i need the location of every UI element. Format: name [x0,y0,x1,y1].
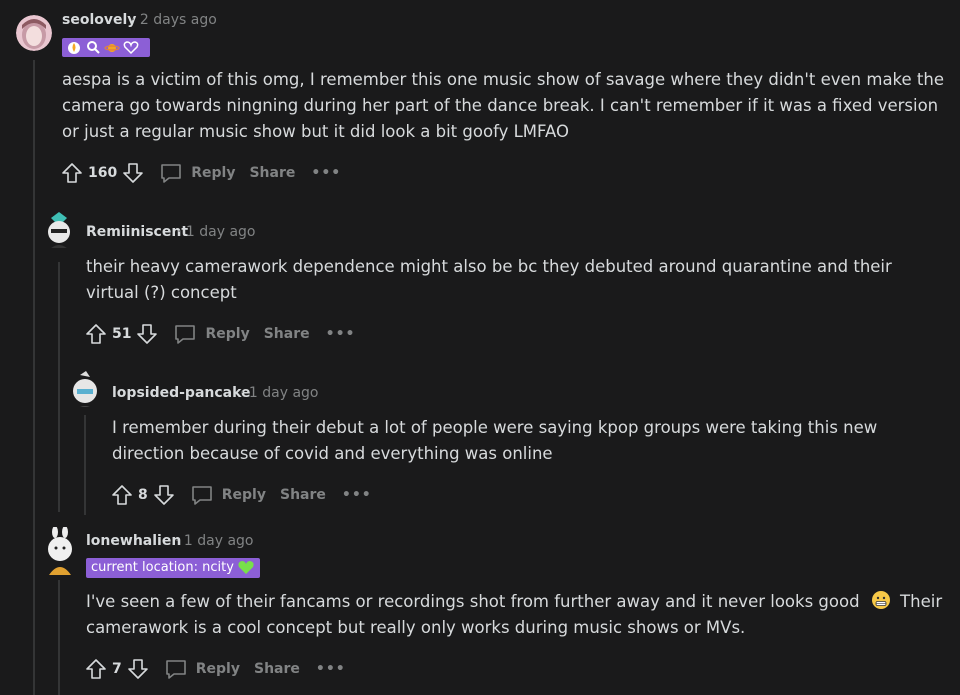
reply-label: Reply [221,487,266,503]
comment-bubble-icon [191,486,212,505]
thread-line-level-1[interactable] [33,60,35,695]
avatar[interactable] [66,371,102,407]
avatar[interactable] [41,527,77,575]
share-label: Share [253,661,300,677]
user-flair: current location: ncity [86,558,260,578]
upvote-icon[interactable] [84,657,108,681]
timestamp[interactable]: · 1 day ago [175,533,254,549]
thread-line-level-2[interactable] [58,262,60,512]
thread-line-level-2b[interactable] [58,580,60,695]
fire-emoji-icon [68,42,80,54]
downvote-icon[interactable] [126,657,150,681]
share-label: Share [249,165,296,181]
username[interactable]: lonewhalien [86,533,181,549]
comment-actions: 51 Reply Share ••• [84,322,355,346]
more-options-icon[interactable]: ••• [342,487,372,503]
reply-button[interactable]: Reply [159,161,235,185]
upvote-icon[interactable] [110,483,134,507]
reply-button[interactable]: Reply [190,483,266,507]
reply-label: Reply [205,326,250,342]
vote-score: 160 [88,165,118,181]
timestamp[interactable]: · 1 day ago [240,385,319,401]
comment-bubble-icon [165,660,186,679]
heart-emoji-icon [123,41,139,55]
grimacing-face-icon [871,591,890,609]
username[interactable]: seolovely [62,12,136,28]
share-label: Share [263,326,310,342]
username[interactable]: Remiiniscent [86,224,188,240]
comment-actions: 8 Reply Share ••• [110,483,372,507]
user-flair [62,38,150,57]
reply-label: Reply [195,661,240,677]
share-button[interactable]: Share [280,487,326,503]
comment-body-text: I've seen a few of their fancams or reco… [86,592,860,611]
username[interactable]: lopsided-pancake [112,385,251,401]
more-options-icon[interactable]: ••• [316,661,346,677]
comment-body: their heavy camerawork dependence might … [86,257,892,302]
upvote-icon[interactable] [84,322,108,346]
share-label: Share [279,487,326,503]
more-options-icon[interactable]: ••• [311,165,341,181]
vote-score: 7 [112,661,122,677]
green-heart-icon [238,561,254,574]
downvote-icon[interactable] [121,161,145,185]
comment-bubble-icon [175,325,196,344]
downvote-icon[interactable] [152,483,176,507]
comment-body: I've seen a few of their fancams or reco… [86,589,946,641]
share-button[interactable]: Share [264,326,310,342]
downvote-icon[interactable] [135,322,159,346]
reply-button[interactable]: Reply [173,322,250,346]
timestamp[interactable]: · 1 day ago [177,224,256,240]
vote-score: 51 [112,326,132,342]
comment-body: I remember during their debut a lot of p… [112,418,878,463]
comment-body: aespa is a victim of this omg, I remembe… [62,70,944,141]
more-options-icon[interactable]: ••• [326,326,356,342]
vote-score: 8 [138,487,148,503]
upvote-icon[interactable] [60,161,84,185]
comment-bubble-icon [161,164,182,183]
reply-button[interactable]: Reply [164,657,240,681]
thread-line-level-3[interactable] [84,415,86,515]
share-button[interactable]: Share [254,661,300,677]
comment-actions: 7 Reply Share ••• [84,657,346,681]
comment-actions: 160 Reply Share ••• [60,161,341,185]
avatar[interactable] [16,15,52,51]
flair-text: current location: ncity [91,560,234,575]
share-button[interactable]: Share [249,165,295,181]
timestamp[interactable]: · 2 days ago [131,12,217,28]
reply-label: Reply [191,165,236,181]
avatar[interactable] [41,212,77,248]
magnifier-emoji-icon [87,41,100,54]
planet-emoji-icon [104,44,120,52]
